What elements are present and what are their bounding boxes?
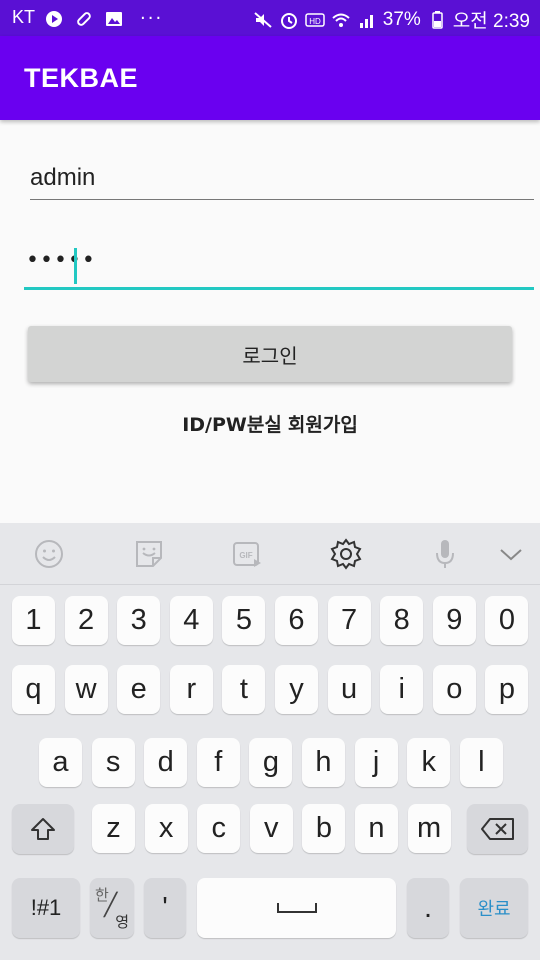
mute-icon <box>254 11 272 28</box>
alarm-icon <box>280 12 297 29</box>
key-c[interactable]: c <box>197 804 241 853</box>
key-y[interactable]: y <box>275 665 318 714</box>
wifi-icon <box>332 13 350 27</box>
key-6[interactable]: 6 <box>275 596 318 645</box>
key-v[interactable]: v <box>249 804 293 853</box>
svg-text:GIF: GIF <box>239 551 252 560</box>
key-0[interactable]: 0 <box>485 596 529 645</box>
find-id-pw-link[interactable]: ID/PW분실 <box>182 414 282 436</box>
collapse-icon[interactable] <box>494 537 528 571</box>
link-icon <box>77 11 91 26</box>
text-cursor <box>74 248 77 284</box>
key-o[interactable]: o <box>432 665 476 714</box>
shift-icon <box>31 818 55 840</box>
key-s[interactable]: s <box>91 738 135 787</box>
key-f[interactable]: f <box>196 738 240 787</box>
done-key[interactable]: 완료 <box>460 878 528 938</box>
more-notifications: ··· <box>140 8 164 29</box>
key-p[interactable]: p <box>485 665 529 714</box>
keyboard: GIF 1234567890 qwertyuiop asdfghjkl zxcvbnm… <box>0 523 540 960</box>
key-b[interactable]: b <box>302 804 346 853</box>
login-button[interactable]: 로그인 <box>28 326 512 382</box>
app-bar: TEKBAE <box>0 36 540 120</box>
svg-text:HD: HD <box>309 17 321 26</box>
sticker-icon[interactable] <box>132 537 166 571</box>
battery-percent: 37% <box>382 8 421 30</box>
password-input[interactable]: ••••• <box>24 244 534 290</box>
key-a[interactable]: a <box>39 738 82 787</box>
apostrophe-key[interactable]: ' <box>144 878 186 938</box>
key-3[interactable]: 3 <box>117 596 161 645</box>
key-d[interactable]: d <box>144 738 188 787</box>
key-r[interactable]: r <box>169 665 213 714</box>
language-key[interactable]: 한 ╱ 영 <box>90 878 134 938</box>
lang-english: 영 <box>115 914 129 931</box>
battery-icon <box>432 10 443 29</box>
key-8[interactable]: 8 <box>380 596 424 645</box>
settings-icon[interactable] <box>329 537 363 571</box>
id-input[interactable]: admin <box>30 160 534 200</box>
key-1[interactable]: 1 <box>12 596 55 645</box>
gallery-icon <box>106 11 122 26</box>
backspace-key[interactable] <box>467 804 528 854</box>
key-m[interactable]: m <box>407 804 451 853</box>
key-w[interactable]: w <box>64 665 108 714</box>
password-input-value: ••••• <box>26 248 96 273</box>
shift-key[interactable] <box>12 804 74 854</box>
key-n[interactable]: n <box>355 804 398 853</box>
space-key[interactable] <box>197 878 396 938</box>
key-x[interactable]: x <box>144 804 188 853</box>
key-l[interactable]: l <box>459 738 503 787</box>
key-5[interactable]: 5 <box>222 596 266 645</box>
keyboard-toolbar: GIF <box>0 523 540 585</box>
key-h[interactable]: h <box>302 738 345 787</box>
signup-link[interactable]: 회원가입 <box>288 414 358 436</box>
hd-icon: HD <box>305 12 325 27</box>
key-9[interactable]: 9 <box>432 596 476 645</box>
youtube-icon <box>46 10 62 27</box>
symbols-key[interactable]: !#1 <box>12 878 80 938</box>
space-icon <box>276 903 317 913</box>
key-g[interactable]: g <box>249 738 293 787</box>
account-links: ID/PW분실 회원가입 <box>0 410 540 437</box>
key-7[interactable]: 7 <box>327 596 371 645</box>
emoji-icon[interactable] <box>32 537 66 571</box>
status-bar: KT ··· HD 37% 오전 2:39 <box>0 0 540 36</box>
carrier-label: KT <box>12 7 36 27</box>
app-title: TEKBAE <box>24 63 139 93</box>
key-4[interactable]: 4 <box>169 596 213 645</box>
id-input-value: admin <box>30 164 96 191</box>
key-k[interactable]: k <box>407 738 451 787</box>
signal-icon <box>359 14 373 28</box>
key-e[interactable]: e <box>117 665 161 714</box>
backspace-icon <box>480 818 514 840</box>
gif-icon[interactable]: GIF <box>230 537 264 571</box>
key-z[interactable]: z <box>92 804 135 853</box>
key-q[interactable]: q <box>12 665 55 714</box>
key-j[interactable]: j <box>354 738 398 787</box>
key-u[interactable]: u <box>327 665 371 714</box>
mic-icon[interactable] <box>428 537 462 571</box>
key-t[interactable]: t <box>222 665 266 714</box>
key-i[interactable]: i <box>380 665 424 714</box>
key-2[interactable]: 2 <box>64 596 108 645</box>
clock: 오전 2:39 <box>452 11 530 32</box>
period-key[interactable]: . <box>407 878 449 938</box>
